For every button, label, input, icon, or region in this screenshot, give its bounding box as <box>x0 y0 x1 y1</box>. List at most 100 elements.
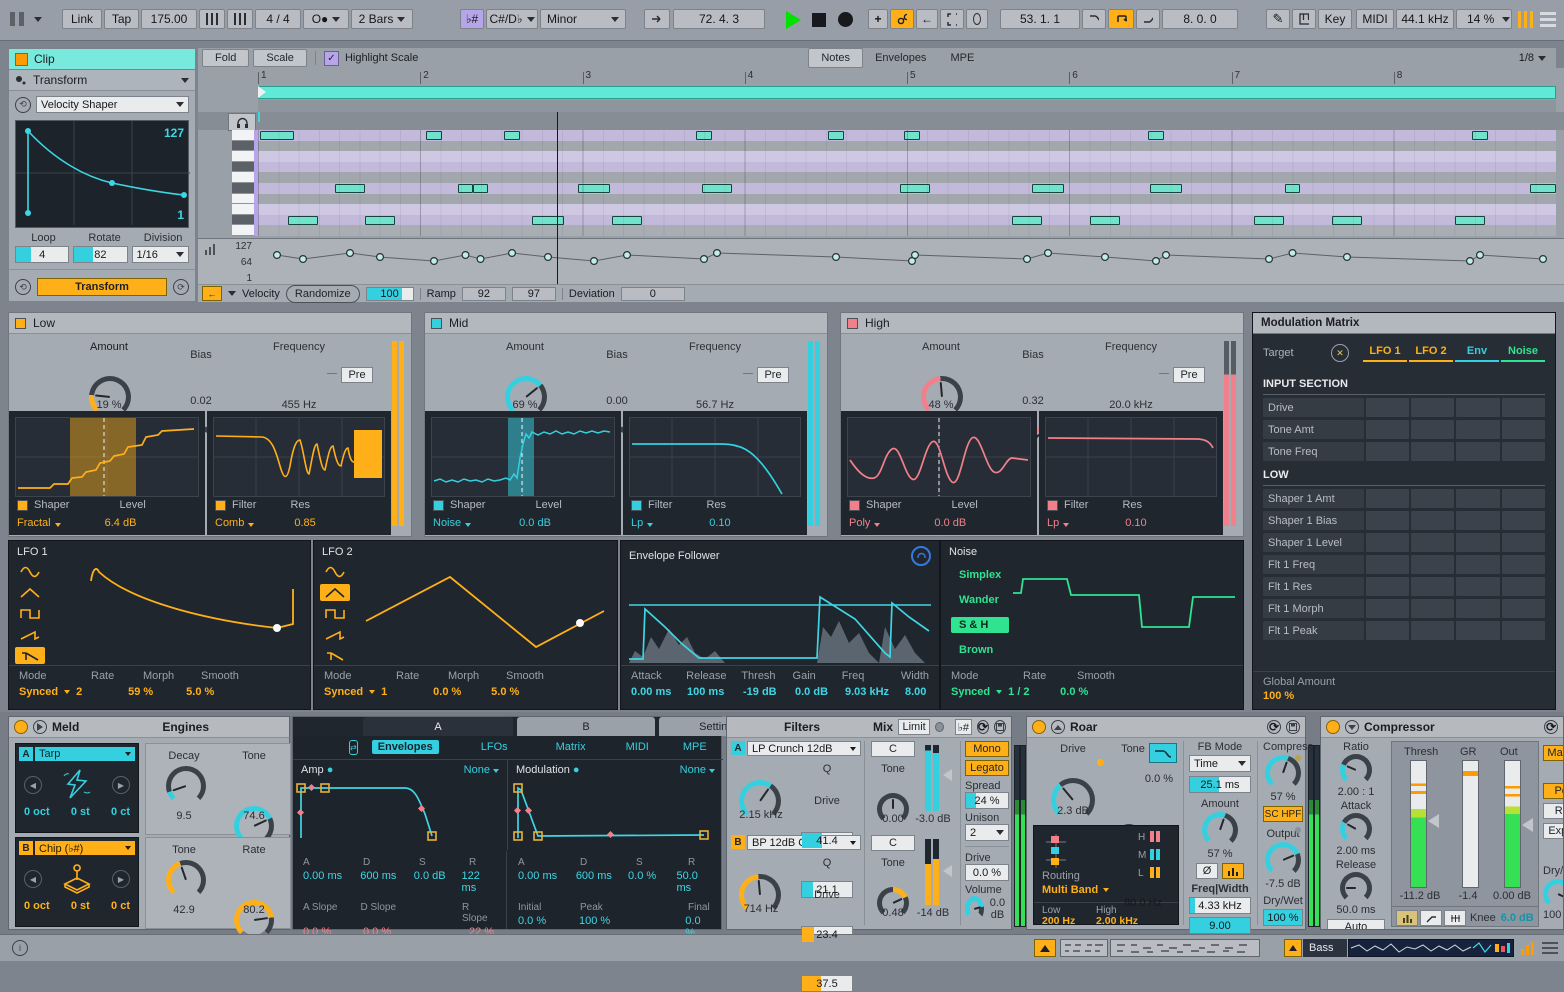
matrix-cell[interactable] <box>1366 511 1409 530</box>
roar-title-bar[interactable]: Roar ⟳ <box>1027 717 1305 738</box>
randomize-amount-field[interactable]: 100 <box>366 287 414 301</box>
matrix-cell[interactable] <box>1502 398 1545 417</box>
nudge-up-button[interactable] <box>227 9 253 29</box>
env-gain[interactable]: 0.0 dB <box>795 686 845 698</box>
midi-note[interactable] <box>532 216 564 225</box>
midi-note[interactable] <box>696 131 712 140</box>
matrix-cell[interactable] <box>1366 555 1409 574</box>
amp-attack[interactable]: 0.00 ms <box>303 870 360 894</box>
spread-field[interactable]: 24 % <box>965 792 1009 809</box>
midi-note[interactable] <box>504 131 520 140</box>
lane-menu-caret-icon[interactable] <box>228 291 236 296</box>
nav-mpe[interactable]: MPE <box>677 740 713 754</box>
nav-envelopes[interactable]: Envelopes <box>372 740 439 754</box>
midi-note[interactable] <box>1148 131 1164 140</box>
filter-a-type-selector[interactable]: LP Crunch 12dB <box>747 741 861 756</box>
env-width[interactable]: 8.00 <box>905 686 926 698</box>
matrix-cell[interactable] <box>1411 398 1454 417</box>
time-signature-field[interactable]: 4 / 4 <box>255 9 301 29</box>
cpu-caret-icon[interactable] <box>1502 17 1510 22</box>
volume-knob[interactable] <box>965 896 984 922</box>
square-icon[interactable] <box>320 605 350 622</box>
meld-b-tone-knob[interactable] <box>166 860 206 900</box>
low-filter-enable[interactable] <box>215 500 226 511</box>
matrix-cell[interactable] <box>1411 420 1454 439</box>
refresh-tool-icon[interactable]: ⟲ <box>15 97 31 113</box>
tone-filter-mode-button[interactable] <box>1149 743 1177 763</box>
hot-swap-icon[interactable]: ⟳ <box>1267 720 1281 734</box>
save-icon[interactable] <box>1286 720 1300 734</box>
arrangement-position-field[interactable]: 72. 4. 3 <box>673 9 765 29</box>
arrangement-view-toggle[interactable] <box>1540 12 1556 27</box>
fb-amount-knob[interactable] <box>1202 812 1238 848</box>
loop-field[interactable]: 4 <box>15 246 69 263</box>
highlight-scale-checkbox[interactable]: ✓ <box>324 51 339 66</box>
matrix-cell[interactable] <box>1502 599 1545 618</box>
note-rows[interactable] <box>258 130 1556 236</box>
follow-button[interactable] <box>644 9 670 29</box>
session-record-button[interactable] <box>890 9 914 29</box>
midi-note[interactable] <box>578 184 610 193</box>
high-filter-type[interactable]: Lp <box>1047 517 1059 529</box>
velocity-shaper-graph[interactable]: 127 1 <box>15 120 189 228</box>
band-high-enable-checkbox[interactable] <box>847 318 858 329</box>
high-filter-enable[interactable] <box>1047 500 1058 511</box>
lfo2-waveform-display[interactable] <box>358 559 612 663</box>
output-meter-icon[interactable] <box>1520 941 1536 955</box>
engine-a-ct[interactable]: 0 ct <box>111 806 130 818</box>
transform-apply-button[interactable]: Transform <box>37 278 167 296</box>
mix-b-level-handle[interactable] <box>943 865 952 877</box>
band-mid-header[interactable]: Mid <box>425 313 827 334</box>
deviation-field[interactable]: 0 <box>621 287 685 301</box>
noise-type-sh[interactable]: S & H <box>951 617 1009 633</box>
midi-note[interactable] <box>900 184 930 193</box>
midi-note[interactable] <box>1285 184 1300 193</box>
velocity-markers[interactable] <box>258 239 1556 287</box>
high-pre-button[interactable]: Pre <box>1173 367 1205 383</box>
matrix-cell[interactable] <box>1411 599 1454 618</box>
engine-b-st[interactable]: 0 st <box>71 900 90 912</box>
fb-mode-selector[interactable]: Time <box>1189 755 1251 772</box>
fb-spectrum-button[interactable] <box>1222 863 1244 879</box>
scale-aware-button[interactable]: ♭# <box>955 719 972 735</box>
lfo2-mode[interactable]: Synced <box>324 686 363 698</box>
engine-a-selector[interactable]: Tarp <box>35 747 135 761</box>
midi-note[interactable] <box>1032 184 1064 193</box>
fold-button[interactable]: Fold <box>202 49 249 67</box>
attack-knob[interactable] <box>1340 813 1372 845</box>
matrix-cell[interactable] <box>1366 442 1409 461</box>
midi-note[interactable] <box>1254 216 1284 225</box>
clip-overview[interactable] <box>1348 939 1514 957</box>
ramp-up-icon[interactable] <box>320 626 350 643</box>
high-filter-display[interactable]: FilterRes Lp0.10 <box>1039 411 1223 535</box>
mix-b-pan[interactable]: C <box>871 835 915 851</box>
phase-invert-button[interactable]: Ø <box>1196 863 1218 879</box>
matrix-cell[interactable] <box>1456 489 1499 508</box>
output-knob[interactable] <box>1265 842 1301 878</box>
matrix-cell[interactable] <box>1366 398 1409 417</box>
matrix-cell[interactable] <box>1456 398 1499 417</box>
meld-a-decay-knob[interactable] <box>166 766 206 806</box>
matrix-cell[interactable] <box>1456 621 1499 640</box>
fb-freq-field[interactable]: 4.33 kHz <box>1189 897 1251 914</box>
mid-shaper-type[interactable]: Noise <box>433 517 461 529</box>
midi-note[interactable] <box>702 184 732 193</box>
low-shaper-enable[interactable] <box>17 500 28 511</box>
matrix-cell[interactable] <box>1411 489 1454 508</box>
release-knob[interactable] <box>1340 872 1372 904</box>
matrix-cell[interactable] <box>1411 533 1454 552</box>
ramp-up-icon[interactable] <box>15 626 45 643</box>
low-pre-button[interactable]: Pre <box>341 367 373 383</box>
amp-envelope-display[interactable]: Amp ●None <box>293 759 508 850</box>
high-shaper-enable[interactable] <box>849 500 860 511</box>
midi-note[interactable] <box>1455 216 1485 225</box>
midi-map-button[interactable]: MIDI <box>1356 9 1394 29</box>
redo-icon[interactable]: ⟳ <box>173 279 189 295</box>
amp-sustain[interactable]: 0.0 dB <box>414 870 462 894</box>
play-button[interactable] <box>786 11 801 29</box>
pattern-preview-2[interactable] <box>1110 939 1260 957</box>
device-on-button[interactable] <box>1032 720 1046 734</box>
lfo2-smooth[interactable]: 5.0 % <box>491 686 519 698</box>
midi-note[interactable] <box>1150 184 1182 193</box>
matrix-cell[interactable] <box>1502 511 1545 530</box>
